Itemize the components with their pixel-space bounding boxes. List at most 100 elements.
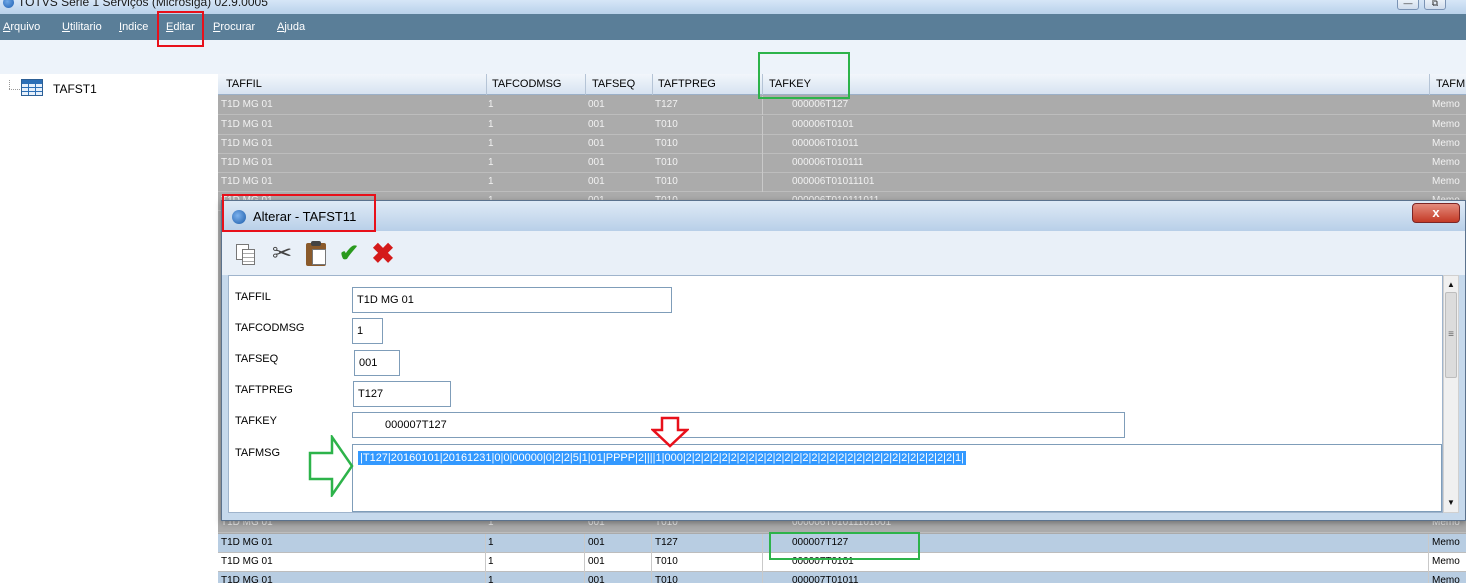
cell-separator bbox=[651, 534, 652, 553]
paste-icon[interactable] bbox=[303, 241, 329, 267]
table-tree: TAFST1 bbox=[0, 74, 218, 583]
cell-tafcodmsg: 1 bbox=[488, 99, 494, 110]
cell-taffil: T1D MG 01 bbox=[221, 537, 273, 548]
cell-tafcodmsg: 1 bbox=[488, 575, 494, 583]
cell-taffil: T1D MG 01 bbox=[221, 556, 273, 567]
cell-tafcodmsg: 1 bbox=[488, 157, 494, 168]
cell-taftpreg: T010 bbox=[655, 119, 678, 130]
scroll-up-icon[interactable]: ▲ bbox=[1444, 278, 1458, 292]
scroll-down-icon[interactable]: ▼ bbox=[1444, 496, 1458, 510]
scroll-thumb[interactable]: ≡ bbox=[1445, 292, 1457, 378]
table-row-selected[interactable]: T1D MG 01 1 001 T010 000007T01011 Memo bbox=[218, 572, 1466, 583]
cell-tafmsg: Memo bbox=[1432, 537, 1460, 548]
cut-icon[interactable]: ✂ bbox=[269, 241, 295, 267]
cell-tafkey: 000007T01011 bbox=[792, 575, 859, 583]
column-header-tafcodmsg[interactable]: TAFCODMSG bbox=[492, 78, 561, 90]
column-header-tafmsg[interactable]: TAFM bbox=[1436, 78, 1465, 90]
cell-separator bbox=[762, 135, 763, 154]
table-row[interactable]: T1D MG 01 1 001 T010 000006T01011 Memo bbox=[218, 135, 1466, 154]
dialog-title-bar[interactable]: Alterar - TAFST11 x bbox=[222, 201, 1465, 231]
cell-taffil: T1D MG 01 bbox=[221, 575, 273, 583]
cell-taffil: T1D MG 01 bbox=[221, 138, 273, 149]
cell-tafmsg: Memo bbox=[1432, 176, 1460, 187]
cell-separator bbox=[485, 553, 486, 572]
tafcodmsg-field[interactable] bbox=[352, 318, 383, 344]
cell-tafseq: 001 bbox=[588, 537, 605, 548]
tree-connector bbox=[9, 80, 10, 89]
cell-tafseq: 001 bbox=[588, 176, 605, 187]
close-button[interactable]: x bbox=[1412, 203, 1460, 223]
table-icon[interactable] bbox=[21, 79, 43, 96]
confirm-icon[interactable]: ✔ bbox=[336, 241, 362, 267]
vertical-scrollbar[interactable]: ▲ ≡ ▼ bbox=[1443, 275, 1459, 513]
tafseq-field[interactable] bbox=[354, 350, 400, 376]
cancel-icon[interactable]: ✖ bbox=[370, 240, 396, 268]
cell-tafcodmsg: 1 bbox=[488, 556, 494, 567]
cell-separator bbox=[651, 572, 652, 583]
window-title-bar: TOTVS Série 1 Serviços (Microsiga) 02.9.… bbox=[0, 0, 1466, 14]
tree-item-tafst1[interactable]: TAFST1 bbox=[53, 82, 97, 96]
cell-tafseq: 001 bbox=[588, 138, 605, 149]
cell-tafseq: 001 bbox=[588, 119, 605, 130]
cell-taffil: T1D MG 01 bbox=[221, 176, 273, 187]
label-tafmsg: TAFMSG bbox=[235, 447, 281, 459]
taffil-field[interactable] bbox=[352, 287, 672, 313]
cell-separator bbox=[485, 534, 486, 553]
cell-tafcodmsg: 1 bbox=[488, 176, 494, 187]
cell-tafkey: 000006T01011101 bbox=[792, 176, 875, 187]
cell-separator bbox=[485, 572, 486, 583]
table-row[interactable]: T1D MG 01 1 001 T010 000006T01011101 Mem… bbox=[218, 173, 1466, 192]
cell-taftpreg: T010 bbox=[655, 157, 678, 168]
cell-taffil: T1D MG 01 bbox=[221, 119, 273, 130]
highlight-box-dialog-title bbox=[222, 194, 376, 232]
tafkey-field[interactable] bbox=[352, 412, 1125, 438]
window-title: TOTVS Série 1 Serviços (Microsiga) 02.9.… bbox=[18, 0, 268, 9]
menu-item-utilitario[interactable]: Utilitario bbox=[62, 21, 102, 33]
cell-separator bbox=[584, 534, 585, 553]
tafmsg-selected-text[interactable]: |T127|20160101|20161231|0|0|00000|0|2|2|… bbox=[358, 451, 966, 465]
cell-taftpreg: T010 bbox=[655, 138, 678, 149]
label-tafcodmsg: TAFCODMSG bbox=[235, 322, 305, 334]
label-taffil: TAFFIL bbox=[235, 291, 271, 303]
red-arrow-icon bbox=[651, 416, 689, 448]
menu-item-indice[interactable]: Indice bbox=[119, 21, 148, 33]
app-icon bbox=[3, 0, 14, 8]
cell-taftpreg: T010 bbox=[655, 556, 678, 567]
cell-tafseq: 001 bbox=[588, 556, 605, 567]
menu-item-arquivo[interactable]: Arquivo bbox=[3, 21, 40, 33]
cell-separator bbox=[762, 553, 763, 572]
cell-separator bbox=[584, 553, 585, 572]
column-header-tafseq[interactable]: TAFSEQ bbox=[592, 78, 635, 90]
tree-connector bbox=[9, 89, 20, 90]
cell-separator bbox=[762, 173, 763, 192]
cell-tafmsg: Memo bbox=[1432, 157, 1460, 168]
cell-tafkey: 000006T127 bbox=[792, 99, 849, 110]
edit-dialog: Alterar - TAFST11 x ✂ ✔ ✖ TAFFIL TAFCODM… bbox=[221, 200, 1466, 521]
cell-tafmsg: Memo bbox=[1432, 138, 1460, 149]
cell-tafkey: 000006T010111 bbox=[792, 157, 864, 168]
cell-separator bbox=[1428, 553, 1429, 572]
highlight-box-editar bbox=[157, 11, 204, 47]
taftpreg-field[interactable] bbox=[353, 381, 451, 407]
cell-taftpreg: T127 bbox=[655, 99, 678, 110]
cell-taftpreg: T010 bbox=[655, 575, 678, 583]
column-header-taffil[interactable]: TAFFIL bbox=[226, 78, 262, 90]
column-separator bbox=[585, 74, 586, 95]
menu-item-procurar[interactable]: Procurar bbox=[213, 21, 255, 33]
cell-tafmsg: Memo bbox=[1432, 119, 1460, 130]
menu-item-ajuda[interactable]: Ajuda bbox=[277, 21, 305, 33]
cell-taftpreg: T010 bbox=[655, 176, 678, 187]
menu-bar: Arquivo Utilitario Indice Editar Procura… bbox=[0, 14, 1466, 40]
minimize-button[interactable]: — bbox=[1397, 0, 1419, 10]
tafmsg-memo[interactable]: |T127|20160101|20161231|0|0|00000|0|2|2|… bbox=[352, 444, 1442, 512]
column-separator bbox=[486, 74, 487, 95]
restore-button[interactable]: ⧉ bbox=[1424, 0, 1446, 10]
copy-icon[interactable] bbox=[234, 241, 260, 267]
table-row[interactable]: T1D MG 01 1 001 T010 000006T010111 Memo bbox=[218, 154, 1466, 173]
table-row[interactable]: T1D MG 01 1 001 T010 000006T0101 Memo bbox=[218, 116, 1466, 135]
cell-separator bbox=[651, 553, 652, 572]
label-tafkey: TAFKEY bbox=[235, 415, 277, 427]
cell-tafkey: 000006T01011 bbox=[792, 138, 859, 149]
highlight-box-tafkey-header bbox=[758, 52, 850, 99]
column-header-taftpreg[interactable]: TAFTPREG bbox=[658, 78, 716, 90]
